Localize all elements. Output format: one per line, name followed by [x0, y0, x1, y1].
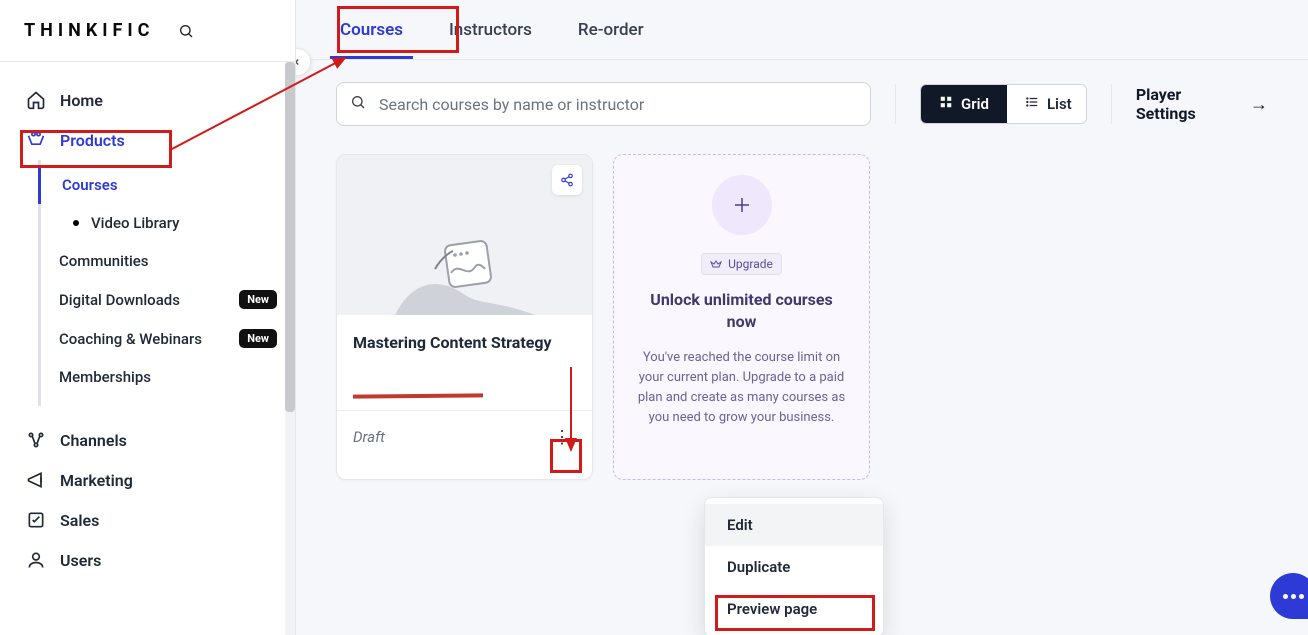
chat-icon — [1283, 594, 1304, 599]
bullet-icon — [73, 220, 79, 226]
sidebar-item-products[interactable]: Products — [0, 120, 295, 160]
sidebar-sub-digital-downloads[interactable]: Digital Downloads New — [41, 280, 295, 319]
sidebar-marketing-label: Marketing — [60, 471, 133, 490]
new-badge: New — [239, 329, 277, 348]
toolbar-divider — [1111, 84, 1112, 124]
chat-widget-button[interactable] — [1270, 573, 1308, 619]
sidebar-item-home[interactable]: Home — [0, 80, 295, 120]
search-icon — [350, 94, 366, 114]
sidebar-item-marketing[interactable]: Marketing — [0, 460, 295, 500]
arrow-right-icon: → — [1250, 94, 1268, 115]
sidebar-channels-label: Channels — [60, 431, 127, 450]
upgrade-badge: Upgrade — [701, 253, 782, 275]
course-thumbnail — [337, 155, 592, 315]
sidebar-sub-memberships[interactable]: Memberships — [41, 358, 295, 396]
upgrade-text: You've reached the course limit on your … — [636, 348, 847, 429]
plus-icon — [712, 175, 772, 235]
sidebar-item-channels[interactable]: Channels — [0, 420, 295, 460]
tab-courses[interactable]: Courses — [336, 2, 407, 58]
menu-item-preview-page[interactable]: Preview page — [705, 588, 883, 630]
course-card[interactable]: Mastering Content Strategy Farzana Muzam… — [336, 154, 593, 480]
course-title: Mastering Content Strategy — [353, 333, 576, 352]
sidebar-sub-courses-label: Courses — [62, 176, 118, 194]
brand-logo: THINKIFIC — [24, 20, 154, 41]
sidebar-item-users[interactable]: Users — [0, 540, 295, 580]
menu-item-duplicate[interactable]: Duplicate — [705, 546, 883, 588]
sidebar-sub-video-library[interactable]: Video Library — [41, 204, 295, 242]
global-search-button[interactable] — [172, 17, 200, 45]
player-settings-link[interactable]: Player Settings → — [1136, 85, 1268, 123]
view-list-button[interactable]: List — [1007, 85, 1087, 123]
sidebar-sub-coaching[interactable]: Coaching & Webinars New — [41, 319, 295, 358]
sidebar-scrollbar-thumb[interactable] — [285, 62, 295, 412]
list-icon — [1025, 95, 1039, 113]
sidebar-products-label: Products — [60, 131, 125, 150]
menu-item-edit[interactable]: Edit — [705, 504, 883, 546]
sidebar-users-label: Users — [60, 551, 101, 570]
sidebar-home-label: Home — [60, 91, 103, 110]
course-search-input[interactable] — [336, 82, 871, 126]
grid-icon — [939, 95, 953, 113]
toolbar-divider — [895, 84, 896, 124]
view-grid-label: Grid — [961, 95, 989, 113]
sidebar-sales-label: Sales — [60, 511, 99, 530]
sidebar-sub-digital-downloads-label: Digital Downloads — [59, 291, 180, 309]
upgrade-badge-label: Upgrade — [728, 257, 773, 271]
tab-instructors[interactable]: Instructors — [445, 2, 536, 58]
player-settings-label: Player Settings — [1136, 85, 1242, 123]
upgrade-title: Unlock unlimited courses now — [636, 289, 847, 334]
sidebar-sub-coaching-label: Coaching & Webinars — [59, 330, 202, 348]
sidebar-sub-memberships-label: Memberships — [59, 368, 151, 386]
course-more-button[interactable]: ⋮ — [548, 423, 576, 451]
tab-reorder[interactable]: Re-order — [574, 2, 648, 58]
view-list-label: List — [1047, 95, 1072, 113]
new-badge: New — [239, 290, 277, 309]
share-button[interactable] — [552, 165, 582, 195]
view-toggle: Grid List — [920, 84, 1087, 124]
course-author-redacted: Farzana Muzammil — [353, 388, 576, 402]
view-grid-button[interactable]: Grid — [921, 85, 1007, 123]
course-status: Draft — [353, 428, 385, 446]
sidebar-sub-communities[interactable]: Communities — [41, 242, 295, 280]
sidebar-sub-communities-label: Communities — [59, 252, 149, 270]
upgrade-card[interactable]: Upgrade Unlock unlimited courses now You… — [613, 154, 870, 480]
sidebar-sub-video-library-label: Video Library — [91, 214, 180, 232]
sidebar-item-sales[interactable]: Sales — [0, 500, 295, 540]
course-actions-menu: Edit Duplicate Preview page — [704, 497, 884, 635]
sidebar-sub-courses[interactable]: Courses — [38, 166, 295, 204]
